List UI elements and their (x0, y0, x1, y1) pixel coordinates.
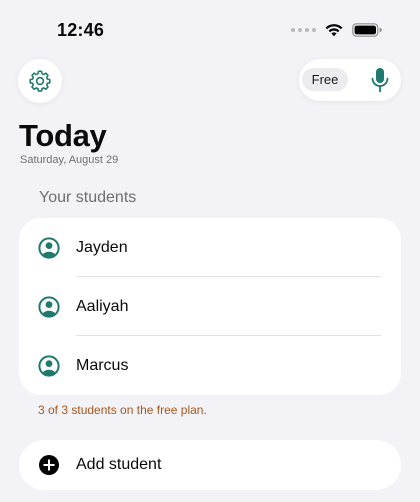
student-row-marcus[interactable]: Marcus (19, 336, 401, 395)
students-section-header: Your students (39, 189, 137, 206)
person-circle-icon (38, 236, 60, 259)
page-title: Today (19, 118, 107, 153)
plus-circle-icon (39, 455, 59, 475)
add-student-button[interactable]: Add student (19, 440, 401, 490)
status-icons (291, 22, 382, 37)
person-circle-icon (38, 354, 60, 377)
plan-badge[interactable]: Free (302, 68, 348, 91)
battery-icon (352, 22, 382, 37)
student-row-aaliyah[interactable]: Aaliyah (19, 277, 401, 336)
microphone-icon (371, 68, 389, 93)
settings-button[interactable] (18, 59, 62, 103)
wifi-icon (325, 24, 343, 37)
student-name: Aaliyah (76, 297, 129, 315)
gear-icon (29, 70, 51, 92)
student-name: Jayden (76, 238, 128, 256)
students-list: Jayden Aaliyah Marcus (19, 218, 401, 395)
add-student-label: Add student (76, 456, 162, 473)
student-row-jayden[interactable]: Jayden (19, 218, 401, 277)
cellular-signal-icon (291, 27, 316, 32)
status-bar: 12:46 (0, 0, 420, 60)
plan-limit-note: 3 of 3 students on the free plan. (38, 403, 207, 417)
page-date: Saturday, August 29 (20, 154, 119, 166)
student-name: Marcus (76, 356, 129, 374)
status-time: 12:46 (57, 20, 105, 40)
microphone-button[interactable] (367, 67, 393, 93)
person-circle-icon (38, 295, 60, 318)
plan-and-voice-pill: Free (299, 59, 401, 101)
